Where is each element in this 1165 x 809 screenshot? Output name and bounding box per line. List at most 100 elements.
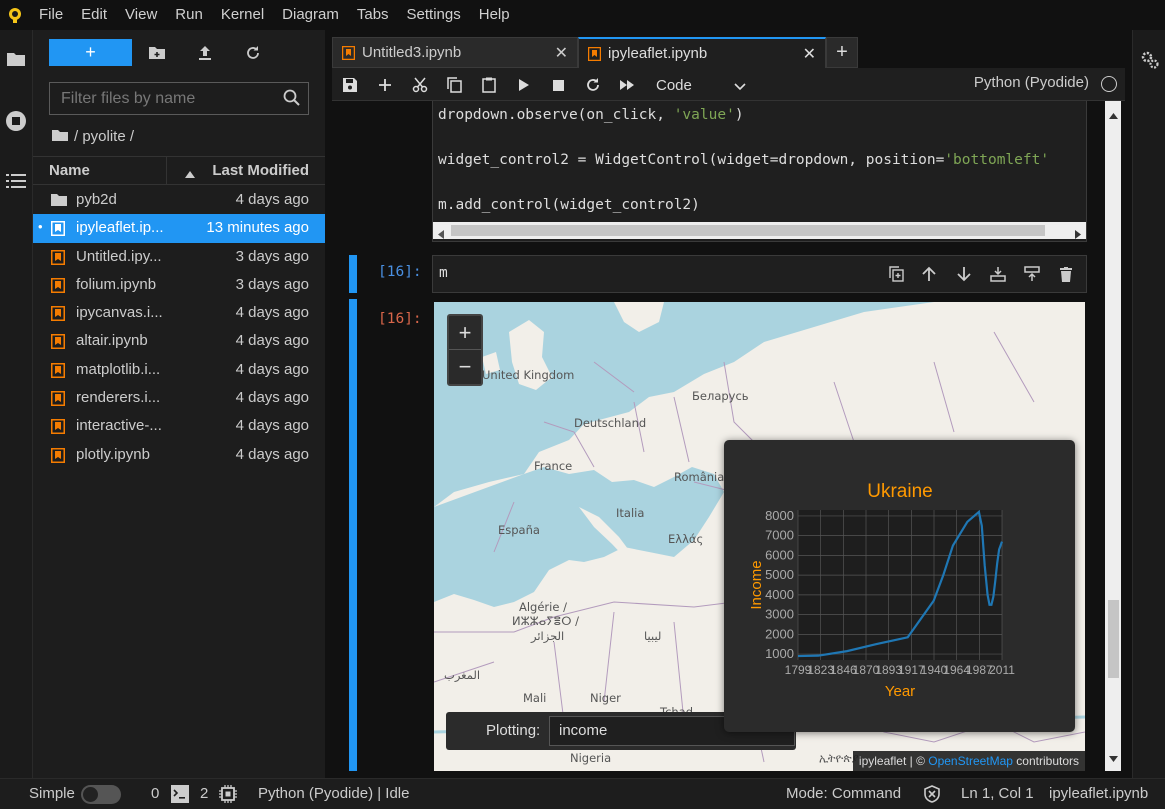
notebook-icon <box>51 362 66 378</box>
scroll-left-icon[interactable] <box>438 226 444 243</box>
delete-cell-icon[interactable] <box>1055 263 1077 285</box>
folder-icon <box>51 193 67 207</box>
horizontal-scroll-thumb[interactable] <box>451 225 1045 236</box>
file-name: pyb2d <box>76 191 117 208</box>
run-icon[interactable] <box>512 73 536 97</box>
paste-icon[interactable] <box>477 73 501 97</box>
folder-icon[interactable] <box>3 46 29 72</box>
restart-kernel-icon[interactable] <box>581 73 605 97</box>
cell-type-value: Code <box>656 76 692 94</box>
tab-label: Untitled3.ipynb <box>362 44 462 61</box>
insert-below-icon[interactable] <box>987 263 1009 285</box>
code-line: dropdown.observe(on_click, 'value') <box>438 107 744 123</box>
menu-file[interactable]: File <box>30 0 72 30</box>
scroll-right-icon[interactable] <box>1075 226 1081 243</box>
zoom-in-button[interactable]: + <box>449 316 481 350</box>
tab-ipyleaflet[interactable]: ipyleaflet.ipynb ✕ <box>578 37 826 68</box>
kernel-status[interactable]: Python (Pyodide) | Idle <box>258 785 409 802</box>
terminals-count[interactable]: 0 <box>151 785 159 802</box>
stop-icon[interactable] <box>546 73 570 97</box>
insert-above-icon[interactable] <box>1021 263 1043 285</box>
map-label: ⵍⵣⵣⴰⵢⴻⵔ / <box>512 614 580 628</box>
new-launcher-button[interactable]: + <box>49 39 132 66</box>
menu-tabs[interactable]: Tabs <box>348 0 398 30</box>
kernels-count[interactable]: 2 <box>200 785 208 802</box>
duplicate-cell-icon[interactable] <box>885 263 907 285</box>
terminal-icon[interactable] <box>171 785 189 807</box>
file-name: ipycanvas.i... <box>76 304 163 322</box>
move-down-icon[interactable] <box>953 263 975 285</box>
code-cell-editor[interactable]: dropdown.observe(on_click, 'value') widg… <box>432 101 1087 242</box>
file-list-item[interactable]: matplotlib.i... 4 days ago <box>33 356 325 384</box>
file-list-item[interactable]: Untitled.ipy... 3 days ago <box>33 243 325 271</box>
map-label: United Kingdom <box>482 368 575 382</box>
file-name: interactive-... <box>76 417 162 435</box>
menu-run[interactable]: Run <box>166 0 212 30</box>
vertical-scrollbar[interactable] <box>1105 101 1121 771</box>
save-icon[interactable] <box>338 73 362 97</box>
property-inspector-icon[interactable] <box>1140 50 1160 74</box>
cursor-position[interactable]: Ln 1, Col 1 <box>961 785 1034 802</box>
leaflet-map[interactable]: United Kingdom Deutschland Беларусь Fran… <box>434 302 1085 771</box>
active-cell-indicator <box>349 255 357 293</box>
filter-input[interactable] <box>50 83 276 114</box>
scroll-up-icon[interactable] <box>1109 106 1118 123</box>
move-up-icon[interactable] <box>918 263 940 285</box>
simple-mode-toggle[interactable] <box>81 785 121 804</box>
kernel-chip-icon[interactable] <box>219 785 237 807</box>
file-list-item[interactable]: plotly.ipynb 4 days ago <box>33 441 325 469</box>
notebook-icon <box>587 46 602 65</box>
menu-settings[interactable]: Settings <box>398 0 470 30</box>
breadcrumb-path[interactable]: / pyolite / <box>74 128 134 145</box>
open-indicator: • <box>38 219 43 235</box>
refresh-icon[interactable] <box>240 41 266 65</box>
file-list-item[interactable]: interactive-... 4 days ago <box>33 412 325 440</box>
search-icon[interactable] <box>283 89 301 111</box>
map-label: Italia <box>616 506 645 520</box>
menu-diagram[interactable]: Diagram <box>273 0 348 30</box>
file-modified: 3 days ago <box>235 275 309 293</box>
sort-ascending-icon[interactable] <box>185 165 195 182</box>
upload-icon[interactable] <box>192 41 218 65</box>
file-name: Untitled.ipy... <box>76 247 162 265</box>
file-list-item[interactable]: folium.ipynb 3 days ago <box>33 271 325 299</box>
y-tick-label: 3000 <box>765 607 794 622</box>
attribution-text: contributors <box>1012 754 1079 768</box>
close-icon[interactable]: ✕ <box>803 44 816 64</box>
zoom-out-button[interactable]: − <box>449 350 481 384</box>
new-folder-icon[interactable] <box>144 41 170 65</box>
menu-edit[interactable]: Edit <box>72 0 116 30</box>
copy-icon[interactable] <box>442 73 466 97</box>
running-kernels-icon[interactable] <box>3 108 29 134</box>
column-name[interactable]: Name <box>49 162 90 179</box>
cut-icon[interactable] <box>408 73 432 97</box>
insert-cell-icon[interactable] <box>373 73 397 97</box>
close-icon[interactable]: ✕ <box>555 43 568 63</box>
column-last-modified[interactable]: Last Modified <box>212 162 309 179</box>
code-cell-editor[interactable]: m <box>432 255 1087 293</box>
file-name: plotly.ipynb <box>76 445 150 463</box>
cell-type-select[interactable]: Code <box>656 73 752 97</box>
menu-kernel[interactable]: Kernel <box>212 0 273 30</box>
openstreetmap-link[interactable]: OpenStreetMap <box>928 754 1013 768</box>
kernel-name[interactable]: Python (Pyodide) <box>974 74 1089 91</box>
notebook-icon <box>51 249 66 265</box>
vertical-scroll-thumb[interactable] <box>1108 600 1119 678</box>
y-tick-label: 4000 <box>765 587 794 602</box>
table-of-contents-icon[interactable] <box>3 168 29 194</box>
horizontal-scrollbar[interactable] <box>433 222 1086 239</box>
fast-forward-icon[interactable] <box>615 73 639 97</box>
file-list-item[interactable]: altair.ipynb 4 days ago <box>33 327 325 355</box>
file-list-item[interactable]: ipycanvas.i... 4 days ago <box>33 299 325 327</box>
tab-untitled3[interactable]: Untitled3.ipynb ✕ <box>332 37 578 68</box>
home-folder-icon[interactable] <box>52 128 68 145</box>
menu-view[interactable]: View <box>116 0 166 30</box>
file-list-item[interactable]: pyb2d 4 days ago <box>33 186 325 214</box>
file-list-item[interactable]: • ipyleaflet.ip... 13 minutes ago <box>33 214 325 243</box>
scroll-down-icon[interactable] <box>1109 749 1118 766</box>
new-tab-button[interactable]: + <box>826 37 858 68</box>
y-tick-label: 2000 <box>765 626 794 641</box>
trusted-shield-icon[interactable] <box>923 785 941 807</box>
menu-help[interactable]: Help <box>470 0 519 30</box>
file-list-item[interactable]: renderers.i... 4 days ago <box>33 384 325 412</box>
